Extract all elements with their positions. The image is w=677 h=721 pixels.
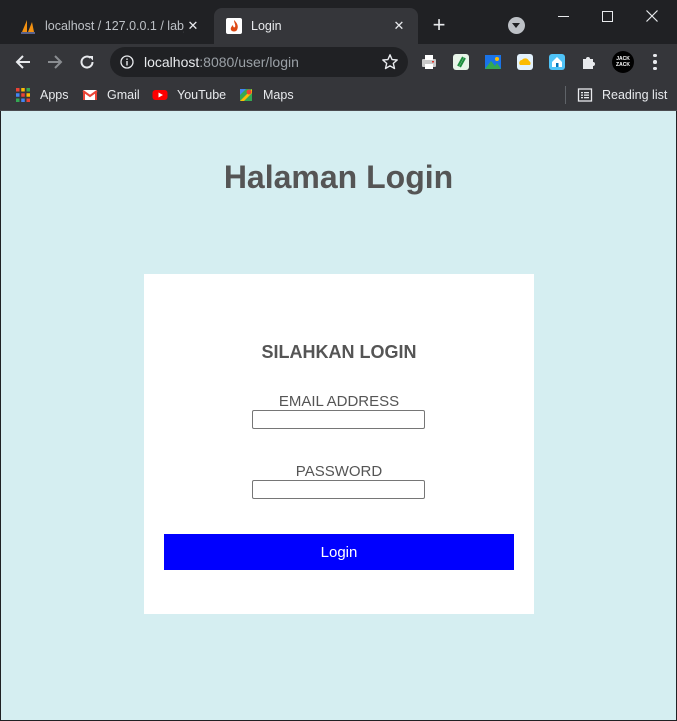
reading-list-button[interactable]: Reading list	[577, 84, 667, 106]
gmail-icon	[82, 90, 98, 100]
maps-icon	[240, 89, 252, 101]
codeigniter-flame-icon	[226, 18, 242, 34]
bookmarks-separator	[565, 86, 566, 104]
bookmark-maps[interactable]: Maps	[238, 84, 294, 106]
site-info-icon[interactable]	[120, 55, 134, 69]
forward-arrow-icon[interactable]	[41, 48, 69, 76]
url-host: localhost	[144, 54, 200, 70]
bookmark-label: YouTube	[177, 88, 227, 102]
maximize-window-icon[interactable]	[584, 0, 630, 32]
back-arrow-icon[interactable]	[9, 48, 37, 76]
printer-extension-icon[interactable]	[420, 53, 438, 71]
login-card: SILAHKAN LOGIN EMAIL ADDRESS PASSWORD Lo…	[144, 274, 534, 614]
tab-phpmyadmin[interactable]: localhost / 127.0.0.1 / lab_ ✕	[8, 8, 212, 44]
apps-grid-icon	[16, 88, 30, 102]
url-text: localhost:8080/user/login	[144, 54, 299, 70]
tab-strip: localhost / 127.0.0.1 / lab_ ✕ Login ✕ +	[0, 0, 677, 44]
bookmark-star-icon[interactable]	[381, 53, 399, 71]
email-label: EMAIL ADDRESS	[278, 393, 400, 410]
profile-avatar-icon[interactable]: JACK ZACK	[612, 51, 634, 73]
bookmark-youtube[interactable]: YouTube	[152, 84, 226, 106]
login-form-title: SILAHKAN LOGIN	[261, 342, 417, 362]
login-button[interactable]: Login	[164, 534, 514, 570]
clip-extension-icon[interactable]	[452, 53, 470, 71]
new-tab-button[interactable]: +	[428, 14, 450, 36]
tab-title: Login	[251, 19, 282, 33]
tab-title: localhost / 127.0.0.1 / lab_	[45, 19, 184, 33]
tab-search-icon[interactable]	[508, 17, 525, 34]
tab-login[interactable]: Login ✕	[214, 8, 418, 44]
bookmark-label: Gmail	[107, 88, 140, 102]
page-viewport: Halaman Login SILAHKAN LOGIN EMAIL ADDRE…	[1, 111, 676, 720]
page-title: Halaman Login	[223, 159, 454, 195]
close-tab-icon[interactable]: ✕	[390, 17, 408, 35]
browser-menu-icon[interactable]	[646, 52, 664, 72]
close-tab-icon[interactable]: ✕	[184, 17, 202, 35]
image-extension-icon[interactable]	[484, 53, 502, 71]
password-field[interactable]	[252, 480, 425, 499]
url-path: :8080/user/login	[199, 54, 299, 70]
reload-icon[interactable]	[73, 48, 101, 76]
address-bar[interactable]: localhost:8080/user/login	[110, 47, 408, 77]
bookmark-apps[interactable]: Apps	[15, 84, 69, 106]
browser-toolbar: localhost:8080/user/login JACK ZACK	[0, 44, 677, 80]
bookmarks-bar: Apps Gmail YouTube Maps Reading list	[0, 80, 677, 111]
home-extension-icon[interactable]	[548, 53, 566, 71]
close-window-icon[interactable]	[629, 0, 675, 32]
phpmyadmin-sail-icon	[21, 20, 35, 34]
bookmark-label: Maps	[263, 88, 294, 102]
bookmark-label: Apps	[40, 88, 69, 102]
cloud-extension-icon[interactable]	[516, 53, 534, 71]
minimize-window-icon[interactable]	[540, 0, 586, 32]
youtube-icon	[152, 90, 168, 100]
reading-list-icon	[577, 88, 593, 102]
reading-list-label: Reading list	[602, 88, 668, 102]
bookmark-gmail[interactable]: Gmail	[82, 84, 140, 106]
password-label: PASSWORD	[295, 463, 383, 480]
email-field[interactable]	[252, 410, 425, 429]
puzzle-extensions-icon[interactable]	[580, 53, 598, 71]
